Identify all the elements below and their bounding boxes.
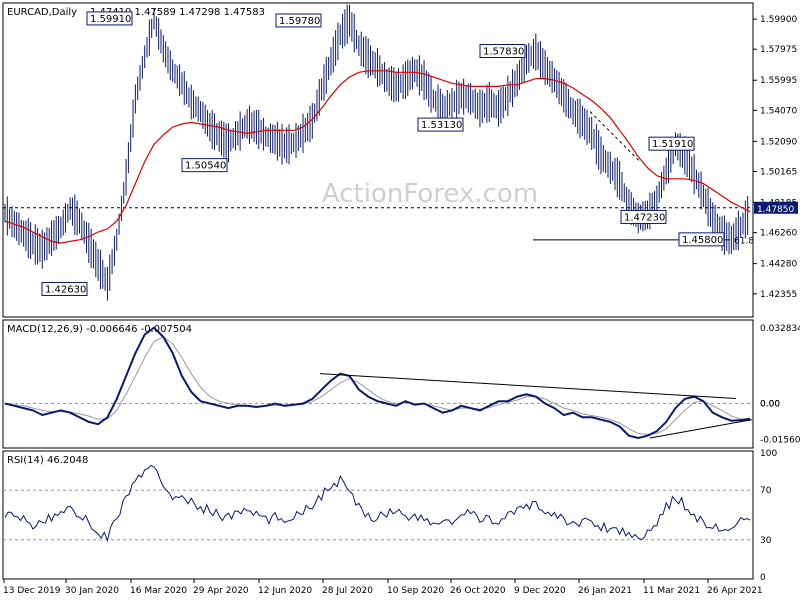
chart-window: ActionForex.com EURCAD,Daily 1.47410 1.4…: [0, 0, 800, 600]
rsi-y-tick-label: 0: [760, 573, 766, 583]
price-y-tick-label: 1.52090: [760, 137, 797, 147]
price-annotation-label: 1.47230: [624, 212, 665, 223]
macd-title: MACD(12,26,9) -0.006646 -0.007504: [7, 324, 192, 335]
current-price-box-label: 1.47850: [757, 205, 794, 215]
price-symbol-label: EURCAD,Daily: [7, 7, 77, 18]
price-y-tick-label: 1.46260: [760, 229, 797, 239]
x-tick-label: 28 Jul 2020: [322, 586, 373, 596]
x-tick-label: 13 Dec 2019: [3, 586, 61, 596]
macd-line: [4, 326, 751, 440]
x-tick-label: 16 Mar 2020: [130, 586, 187, 596]
macd-y-tick-label: -0.015604: [760, 435, 800, 445]
rsi-y-tick-label: 70: [760, 486, 772, 496]
trend-dash: [589, 111, 641, 162]
price-annotation-label: 1.53130: [421, 120, 462, 131]
price-y-tick-label: 1.42355: [760, 290, 797, 300]
rsi-panel-frame: [2, 450, 754, 580]
chart-canvas[interactable]: ActionForex.com EURCAD,Daily 1.47410 1.4…: [0, 0, 800, 600]
x-tick-label: 9 Dec 2020: [514, 586, 566, 596]
price-y-tick-label: 1.54070: [760, 106, 797, 116]
price-annotation-label: 1.57830: [483, 47, 524, 58]
price-annotation-label: 1.42630: [45, 284, 86, 295]
x-tick-label: 11 Mar 2021: [643, 586, 700, 596]
x-tick-label: 26 Oct 2020: [450, 586, 506, 596]
rsi-y-tick-label: 30: [760, 536, 772, 546]
price-annotation-label: 1.45800: [682, 235, 723, 246]
price-annotation-label: 1.50540: [185, 161, 226, 172]
macd-panel-frame: [2, 319, 754, 449]
price-y-tick-label: 1.55995: [760, 76, 797, 86]
rsi-y-tick-label: 100: [760, 449, 777, 459]
fib-label: 61.8: [734, 236, 754, 246]
macd-y-tick-label: 0.032834: [760, 324, 800, 334]
rsi-line: [4, 465, 751, 543]
price-annotation-label: 1.59910: [90, 14, 131, 25]
watermark: ActionForex.com: [322, 179, 538, 209]
macd-signal-line: [4, 336, 751, 436]
price-y-tick-label: 1.57975: [760, 45, 797, 55]
price-annotation-label: 1.51910: [652, 139, 693, 150]
price-annotation-label: 1.59780: [279, 16, 320, 27]
price-y-tick-label: 1.50165: [760, 168, 797, 178]
price-y-tick-label: 1.59900: [760, 15, 797, 25]
x-tick-label: 30 Jan 2020: [65, 586, 119, 596]
x-tick-label: 26 Jan 2021: [578, 586, 632, 596]
x-tick-label: 10 Sep 2020: [387, 586, 444, 596]
price-y-tick-label: 1.44280: [760, 260, 797, 270]
macd-y-tick-label: 0.00: [760, 400, 780, 410]
rsi-title: RSI(14) 46.2048: [7, 455, 88, 466]
x-tick-label: 12 Jun 2020: [258, 586, 312, 596]
x-tick-label: 29 Apr 2020: [193, 586, 249, 596]
x-tick-label: 26 Apr 2021: [707, 586, 763, 596]
